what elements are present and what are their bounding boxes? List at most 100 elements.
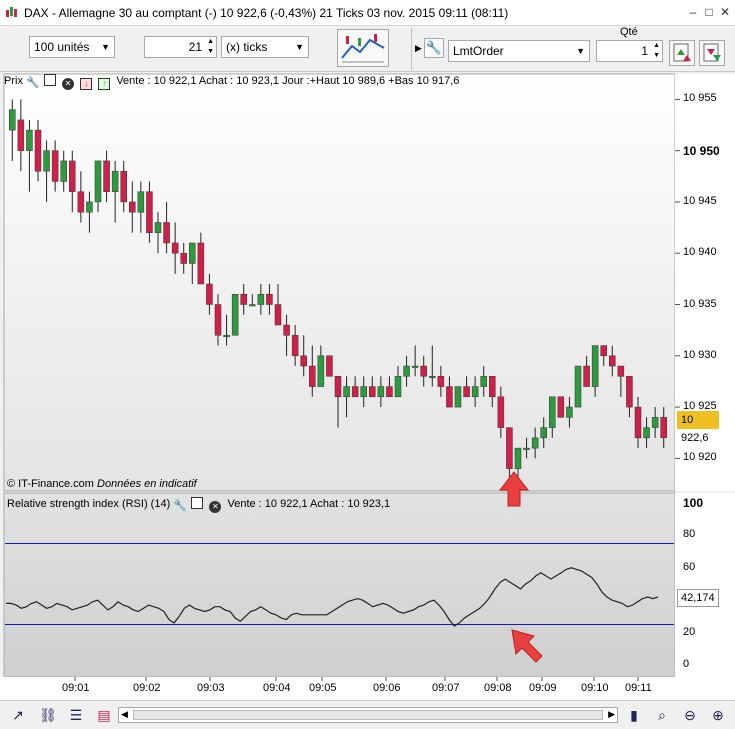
candle-body xyxy=(506,427,513,469)
window-title: DAX - Allemagne 30 au comptant (-) 10 92… xyxy=(24,6,509,20)
candle-body xyxy=(129,201,136,213)
candle-body xyxy=(9,109,16,131)
candle-body xyxy=(351,386,359,398)
candle-body xyxy=(300,355,307,367)
order-type-select[interactable]: LmtOrder ▼ xyxy=(448,40,590,62)
chart-style-button[interactable] xyxy=(337,29,389,67)
buy-order-button[interactable] xyxy=(669,40,695,66)
link-icon[interactable]: ⛓ xyxy=(38,706,58,724)
candle-body xyxy=(249,304,256,307)
ticks-stepper[interactable]: 21 ▲ ▼ xyxy=(144,36,217,58)
quantity-unit-select[interactable]: 100 unités ▼ xyxy=(29,36,115,58)
price-tick-label: 10 945 xyxy=(683,194,717,207)
candle-body xyxy=(651,417,659,428)
expand-icon[interactable]: ▶ xyxy=(415,43,422,54)
candle-body xyxy=(386,386,393,398)
wrench-icon[interactable]: 🔧 xyxy=(26,76,40,89)
window-icon[interactable] xyxy=(44,74,57,86)
scroll-right-icon[interactable]: ▶ xyxy=(608,709,615,720)
minimize-button[interactable]: – xyxy=(685,5,701,19)
candle-body xyxy=(326,355,333,377)
status-bar: ↗ ⛓ ☰ ▤ ◀ ▶ ▮ ⌕ ⊖ ⊕ xyxy=(0,700,735,729)
drawing-tool-icon[interactable]: ↗ xyxy=(8,706,28,724)
candle-body xyxy=(266,294,273,305)
maximize-button[interactable]: □ xyxy=(701,5,717,19)
candle-body xyxy=(283,324,290,336)
candle-body xyxy=(394,376,402,398)
candle-body xyxy=(574,365,582,408)
qty-stepper[interactable]: 1 ▲ ▼ xyxy=(596,40,663,62)
list-icon[interactable]: ☰ xyxy=(66,706,86,724)
zoom-fit-icon[interactable]: ⌕ xyxy=(652,706,672,724)
candle-body xyxy=(34,129,42,172)
toolbar-divider xyxy=(411,28,413,70)
candle-body xyxy=(111,170,119,192)
rsi-panel-info: Vente : 10 922,1 Achat : 10 923,1 xyxy=(227,498,391,510)
candle-body xyxy=(43,150,50,172)
zoom-out-icon[interactable]: ⊖ xyxy=(680,706,700,724)
price-tick-label: 10 935 xyxy=(683,297,717,310)
chevron-down-icon: ▼ xyxy=(576,46,585,56)
copyright-label: © IT-Finance.com Données en indicatif xyxy=(7,478,197,490)
toolbar: 100 unités ▼ 21 ▲ ▼ (x) ticks ▼ ▶ 🔧 LmtOr… xyxy=(0,26,735,72)
candle-body xyxy=(583,365,590,387)
candle-body xyxy=(523,447,530,450)
candle-body xyxy=(480,376,487,387)
candle-body xyxy=(609,355,616,367)
candle-body xyxy=(429,376,436,379)
candle-body xyxy=(94,160,102,203)
annotation-arrow-up xyxy=(498,471,530,507)
chart-style-icon xyxy=(341,34,385,63)
close-panel-icon[interactable]: ✕ xyxy=(209,501,222,513)
quantity-unit-value: 100 unités xyxy=(34,40,90,54)
sell-order-button[interactable] xyxy=(699,40,725,66)
arrow-down-icon[interactable]: ↓ xyxy=(80,78,93,90)
time-tick-label: 09:07 xyxy=(432,682,460,694)
zoom-in-icon[interactable]: ⊕ xyxy=(708,706,728,724)
spinner-icon[interactable]: ▲ ▼ xyxy=(207,37,214,57)
candle-body xyxy=(120,170,127,203)
horizontal-scrollbar[interactable]: ◀ ▶ xyxy=(118,707,618,723)
candle-body xyxy=(489,376,496,398)
ticks-unit-select[interactable]: (x) ticks ▼ xyxy=(221,36,309,58)
price-panel-header: Prix 🔧 ✕ ↓ ↑ Vente : 10 922,1 Achat : 10… xyxy=(4,74,459,92)
time-tick-label: 09:10 xyxy=(581,682,609,694)
candle-body xyxy=(591,345,599,387)
sell-icon xyxy=(703,43,721,62)
candle-chart-icon[interactable]: ▮ xyxy=(624,706,644,724)
chart-area[interactable] xyxy=(0,72,735,700)
qty-value: 1 xyxy=(641,44,648,58)
candle-body xyxy=(154,222,162,233)
scroll-left-icon[interactable]: ◀ xyxy=(121,709,128,720)
window-icon[interactable] xyxy=(191,497,204,509)
candle-body xyxy=(540,427,547,439)
candle-body xyxy=(557,396,565,418)
candle-body xyxy=(420,365,427,377)
close-panel-icon[interactable]: ✕ xyxy=(62,78,75,90)
scrollbar-thumb[interactable] xyxy=(133,710,603,720)
rsi-tick-label: 20 xyxy=(683,625,696,638)
candle-body xyxy=(437,376,445,387)
candle-body xyxy=(471,386,479,398)
spinner-icon[interactable]: ▲ ▼ xyxy=(653,41,660,61)
copyright-text: © IT-Finance.com xyxy=(7,478,94,490)
wrench-icon[interactable]: 🔧 xyxy=(173,499,187,512)
candle-body xyxy=(660,417,667,439)
arrow-up-icon[interactable]: ↑ xyxy=(98,78,111,90)
candle-body xyxy=(291,335,299,357)
candle-body xyxy=(137,191,145,213)
price-tick-label: 10 930 xyxy=(683,348,717,361)
time-tick-label: 09:03 xyxy=(197,682,225,694)
annotation-arrow-diagonal xyxy=(511,629,543,663)
order-type-value: LmtOrder xyxy=(453,44,504,58)
rsi-tick-label: 60 xyxy=(683,560,696,573)
orders-icon[interactable]: ▤ xyxy=(94,706,114,724)
candle-body xyxy=(566,406,573,418)
candle-body xyxy=(617,365,625,377)
candle-body xyxy=(197,242,205,285)
close-button[interactable]: ✕ xyxy=(717,5,733,19)
current-rsi-badge: 42,174 xyxy=(677,589,719,607)
wrench-icon[interactable]: 🔧 xyxy=(424,38,444,58)
candle-body xyxy=(206,283,213,305)
price-tick-label: 10 950 xyxy=(683,143,720,158)
